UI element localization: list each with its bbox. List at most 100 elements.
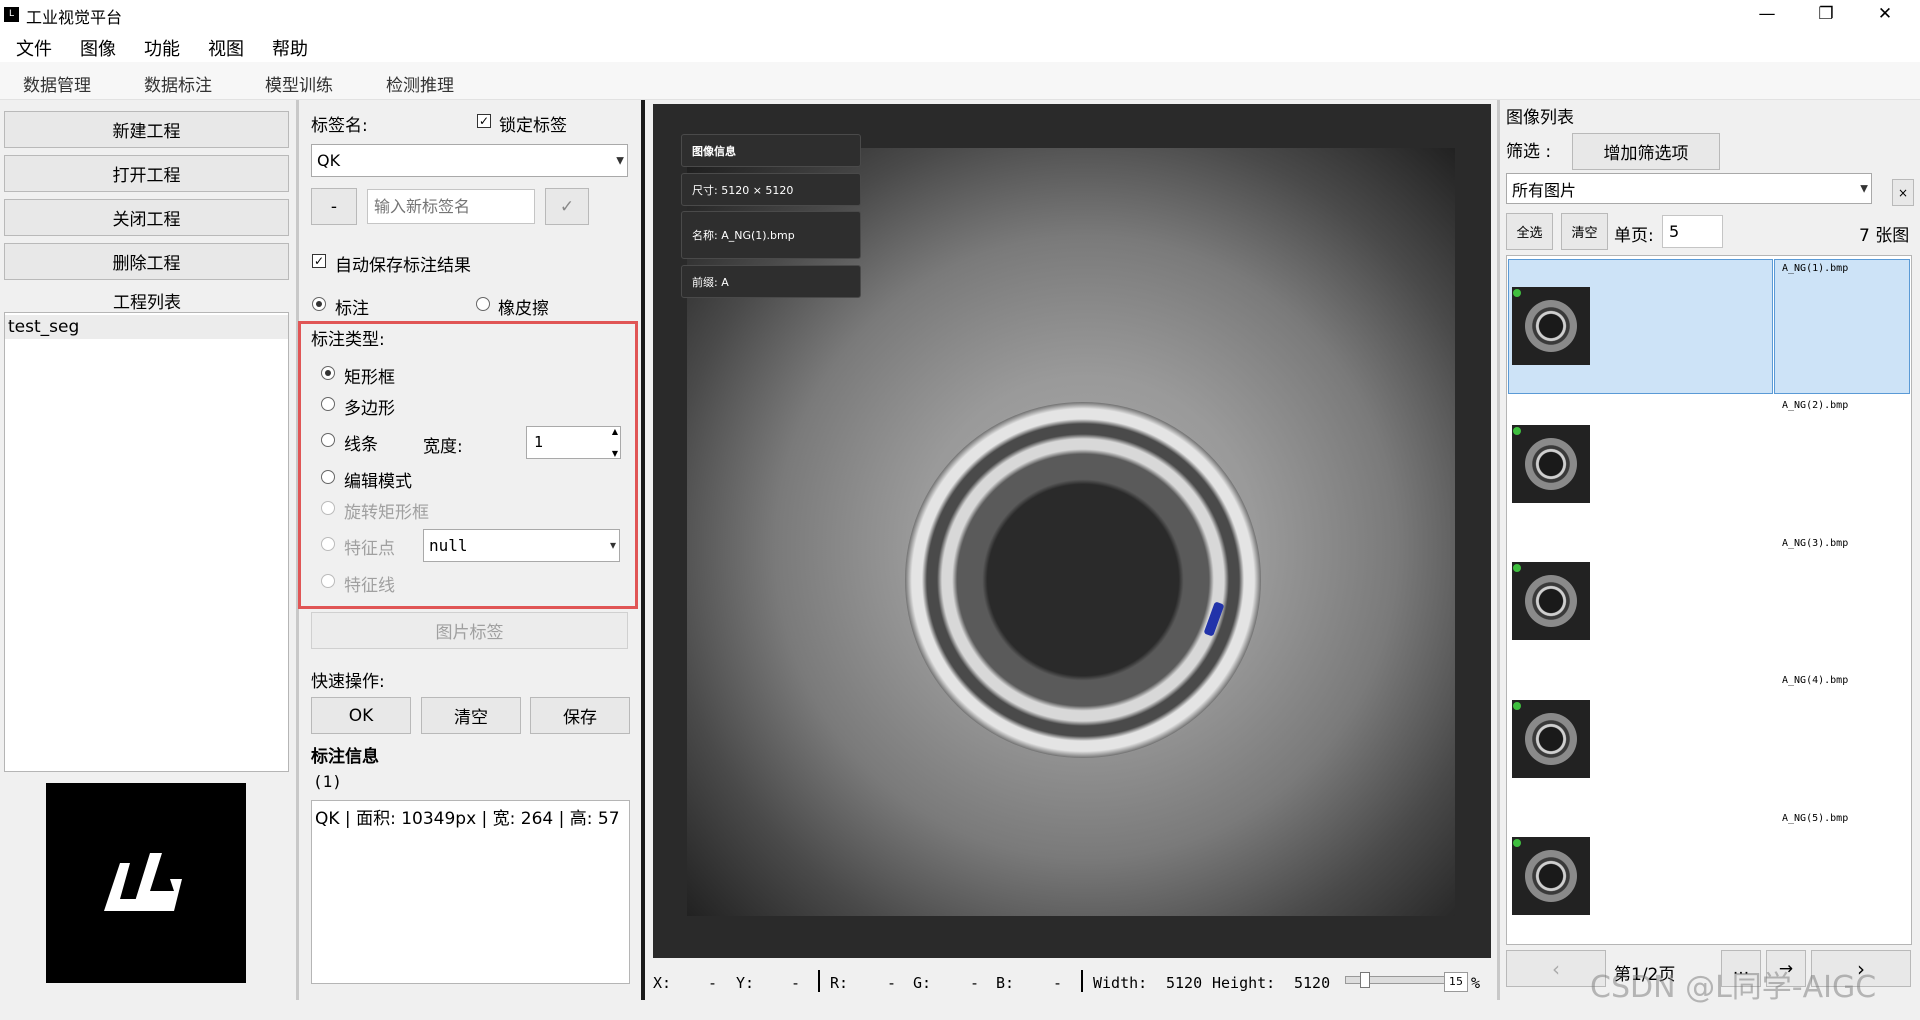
zoom-slider-handle[interactable] bbox=[1359, 972, 1370, 988]
polygon-radio[interactable] bbox=[321, 397, 335, 411]
eraser-mode-radio[interactable] bbox=[476, 297, 490, 311]
chevron-down-icon: ▼ bbox=[1860, 183, 1868, 194]
brand-logo-icon bbox=[104, 853, 182, 911]
status-g-label: G: bbox=[913, 974, 932, 992]
annotate-mode-radio[interactable] bbox=[312, 297, 326, 311]
thumbnail[interactable] bbox=[1512, 287, 1590, 365]
edit-mode-radio[interactable] bbox=[321, 470, 335, 484]
status-x-label: X: bbox=[653, 974, 672, 992]
remove-filter-button[interactable]: × bbox=[1892, 179, 1914, 206]
status-dot-icon bbox=[1513, 702, 1521, 710]
tab-data-annotation[interactable]: 数据标注 bbox=[144, 71, 212, 96]
filter-select[interactable]: 所有图片 ▼ bbox=[1506, 173, 1872, 204]
image-prefix: 前缀: A bbox=[681, 265, 861, 298]
annotation-info-entry[interactable]: QK | 面积: 10349px | 宽: 264 | 高: 57 bbox=[315, 804, 620, 829]
splitter[interactable] bbox=[1497, 100, 1500, 1000]
list-item-selected[interactable] bbox=[1774, 259, 1910, 394]
width-spinbox[interactable]: 1 ▲ ▼ bbox=[526, 426, 621, 459]
status-dot-icon bbox=[1513, 564, 1521, 572]
menu-file[interactable]: 文件 bbox=[16, 35, 52, 61]
annotation-info-header: 标注信息 bbox=[311, 747, 379, 767]
status-width-value: 5120 bbox=[1166, 974, 1203, 992]
eraser-mode-label: 橡皮擦 bbox=[498, 299, 549, 319]
feature-line-radio[interactable] bbox=[321, 574, 335, 588]
thumbnail[interactable] bbox=[1512, 700, 1590, 778]
annotate-mode-label: 标注 bbox=[335, 299, 369, 319]
status-y-label: Y: bbox=[736, 974, 755, 992]
rect-radio[interactable] bbox=[321, 366, 335, 380]
new-project-button[interactable]: 新建工程 bbox=[4, 111, 289, 148]
tab-inference[interactable]: 检测推理 bbox=[386, 71, 454, 96]
ok-button[interactable]: OK bbox=[311, 697, 411, 734]
menu-help[interactable]: 帮助 bbox=[272, 35, 308, 61]
image-size: 尺寸: 5120 × 5120 bbox=[681, 173, 861, 206]
add-filter-button[interactable]: 增加筛选项 bbox=[1572, 133, 1720, 170]
close-project-button[interactable]: 关闭工程 bbox=[4, 199, 289, 236]
status-x-value: - bbox=[708, 974, 718, 992]
image-list-title: 图像列表 bbox=[1506, 108, 1574, 128]
spin-up-icon[interactable]: ▲ bbox=[612, 427, 618, 436]
zoom-unit: % bbox=[1471, 974, 1481, 992]
annotation-type-header: 标注类型: bbox=[311, 330, 385, 350]
new-label-input[interactable] bbox=[367, 189, 535, 224]
status-divider bbox=[1081, 970, 1083, 992]
save-button[interactable]: 保存 bbox=[530, 697, 630, 734]
zoom-value[interactable]: 15 bbox=[1444, 972, 1468, 992]
file-name: A_NG(2).bmp bbox=[1782, 400, 1849, 411]
keypoint-label: 特征点 bbox=[344, 539, 395, 559]
status-dot-icon bbox=[1513, 427, 1521, 435]
annotation-count: (1) bbox=[313, 772, 342, 791]
app-logo-icon: L bbox=[4, 7, 19, 22]
metal-ring bbox=[905, 402, 1261, 758]
delete-project-button[interactable]: 删除工程 bbox=[4, 243, 289, 280]
label-name-label: 标签名: bbox=[311, 116, 368, 136]
inspection-image[interactable] bbox=[687, 148, 1455, 916]
select-all-button[interactable]: 全选 bbox=[1506, 213, 1553, 250]
minimize-button[interactable]: — bbox=[1738, 0, 1796, 29]
title-bar bbox=[0, 0, 1920, 29]
status-width-label: Width: bbox=[1093, 974, 1148, 992]
rect-label: 矩形框 bbox=[344, 368, 395, 388]
menu-view[interactable]: 视图 bbox=[208, 35, 244, 61]
status-divider bbox=[818, 970, 820, 992]
status-r-label: R: bbox=[830, 974, 849, 992]
thumbnail[interactable] bbox=[1512, 837, 1590, 915]
status-height-value: 5120 bbox=[1294, 974, 1331, 992]
close-button[interactable]: ✕ bbox=[1856, 0, 1914, 29]
spin-down-icon[interactable]: ▼ bbox=[612, 449, 618, 458]
thumbnail[interactable] bbox=[1512, 562, 1590, 640]
status-y-value: - bbox=[791, 974, 801, 992]
clear-selection-button[interactable]: 清空 bbox=[1561, 213, 1608, 250]
auto-save-checkbox[interactable]: ✓ bbox=[312, 254, 326, 268]
lock-label-checkbox[interactable]: ✓ bbox=[477, 114, 491, 128]
keypoint-radio[interactable] bbox=[321, 537, 335, 551]
restore-button[interactable]: ❐ bbox=[1797, 0, 1855, 29]
confirm-label-button[interactable]: ✓ bbox=[545, 188, 589, 225]
window-title: 工业视觉平台 bbox=[26, 8, 123, 27]
chevron-down-icon: ▼ bbox=[616, 155, 624, 166]
quick-ops-label: 快速操作: bbox=[311, 672, 385, 692]
per-page-input[interactable] bbox=[1662, 215, 1723, 248]
open-project-button[interactable]: 打开工程 bbox=[4, 155, 289, 192]
menu-function[interactable]: 功能 bbox=[144, 35, 180, 61]
project-item[interactable]: test_seg bbox=[8, 317, 79, 337]
tab-data-management[interactable]: 数据管理 bbox=[23, 71, 91, 96]
line-radio[interactable] bbox=[321, 433, 335, 447]
remove-label-button[interactable]: - bbox=[311, 188, 357, 225]
company-logo bbox=[46, 783, 246, 983]
image-canvas[interactable]: 图像信息 尺寸: 5120 × 5120 名称: A_NG(1).bmp 前缀:… bbox=[653, 104, 1491, 958]
menu-image[interactable]: 图像 bbox=[80, 35, 116, 61]
keypoint-select[interactable]: null ▼ bbox=[423, 529, 620, 562]
polygon-label: 多边形 bbox=[344, 399, 395, 419]
status-r-value: - bbox=[887, 974, 897, 992]
width-label: 宽度: bbox=[423, 437, 463, 457]
thumbnail[interactable] bbox=[1512, 425, 1590, 503]
project-list-header: 工程列表 bbox=[113, 293, 181, 313]
image-label-button[interactable]: 图片标签 bbox=[311, 612, 628, 649]
splitter[interactable] bbox=[641, 100, 645, 1000]
zoom-slider[interactable] bbox=[1345, 972, 1445, 988]
clear-button[interactable]: 清空 bbox=[421, 697, 521, 734]
tab-model-training[interactable]: 模型训练 bbox=[265, 71, 333, 96]
label-select[interactable]: QK ▼ bbox=[311, 144, 628, 177]
rotated-rect-radio[interactable] bbox=[321, 501, 335, 515]
